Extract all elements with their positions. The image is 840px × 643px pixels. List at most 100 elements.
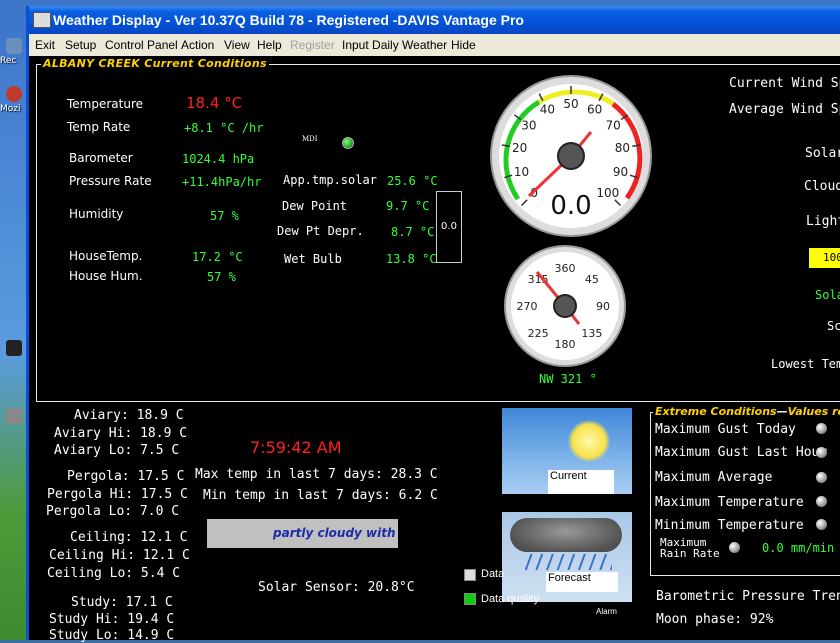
menu-input-daily-weather[interactable]: Input Daily Weather xyxy=(342,34,447,56)
desktop-icon-k80[interactable] xyxy=(0,408,26,426)
temperature-value: 18.4 °C xyxy=(186,94,243,112)
alarm-label: Alarm xyxy=(596,607,617,616)
temperature-label: Temperature xyxy=(67,97,144,111)
direction-tick-label: 270 xyxy=(517,300,538,313)
sc-label: Sc xyxy=(827,319,840,333)
extreme-row-max-temp[interactable]: Maximum Temperature xyxy=(655,495,804,510)
min-temp-led[interactable] xyxy=(816,519,827,530)
wind-direction-label: NW 321 ° xyxy=(539,372,597,386)
menu-hide[interactable]: Hide xyxy=(451,34,476,56)
speed-tick-label: 60 xyxy=(587,103,602,117)
menu-exit[interactable]: Exit xyxy=(35,34,55,56)
data-checkbox[interactable] xyxy=(464,569,476,581)
max-average-led[interactable] xyxy=(816,472,827,483)
light-label: Light xyxy=(806,214,840,229)
max-rain-rate-value: 0.0 mm/min (0. xyxy=(762,541,840,555)
pressure-rate-label: Pressure Rate xyxy=(69,174,152,188)
sun-icon xyxy=(568,420,610,462)
temp-rate-value: +8.1 °C /hr xyxy=(184,121,264,135)
temp-rate-label: Temp Rate xyxy=(67,120,131,134)
aviary-hi: Aviary Hi: 18.9 C xyxy=(54,426,188,441)
mdi-label: MDI xyxy=(302,135,318,143)
menu-action[interactable]: Action xyxy=(181,34,214,56)
speed-tick-label: 80 xyxy=(615,141,630,155)
extreme-row-max-gust-last-hour[interactable]: Maximum Gust Last Hour xyxy=(655,445,827,460)
speed-tick-label: 30 xyxy=(521,118,536,132)
menu-control-panel[interactable]: Control Panel xyxy=(105,34,178,56)
solar-label: Solar xyxy=(805,146,840,161)
max-gust-today-led[interactable] xyxy=(816,423,827,434)
cloud-label: Cloud xyxy=(804,179,840,194)
study-lo: Study Lo: 14.9 C xyxy=(49,628,175,643)
ceiling-hi: Ceiling Hi: 12.1 C xyxy=(49,548,190,563)
lowest-temp-label: Lowest Tem xyxy=(771,357,840,371)
dew-point-label: Dew Point xyxy=(282,199,348,213)
extreme-row-max-average[interactable]: Maximum Average xyxy=(655,470,772,485)
desktop-icon-label: Mozi xyxy=(0,104,21,114)
extreme-conditions-title: Extreme Conditions—Values re xyxy=(653,405,840,418)
yellow-value-box: 100 xyxy=(809,248,840,268)
menu-help[interactable]: Help xyxy=(257,34,282,56)
min-temp-7days: Min temp in last 7 days: 6.2 C xyxy=(203,488,438,503)
max-gust-hour-led[interactable] xyxy=(816,447,827,458)
max-temp-7days: Max temp in last 7 days: 28.3 C xyxy=(195,467,438,482)
desktop-icon-mozilla[interactable]: Mozi xyxy=(0,86,26,114)
speed-tick-label: 100 xyxy=(596,186,619,200)
data-checkbox-label: Data xyxy=(481,568,505,580)
direction-tick-label: 360 xyxy=(555,262,576,275)
solar-green-label: Solar xyxy=(815,288,840,302)
average-wind-speed-label: Average Wind Spe xyxy=(729,102,840,117)
speed-tick-label: 90 xyxy=(613,165,628,179)
moon-phase: Moon phase: 92% xyxy=(656,612,774,627)
pergola-temp: Pergola: 17.5 C xyxy=(67,469,185,484)
extreme-title-values: Values re xyxy=(787,405,840,418)
menu-view[interactable]: View xyxy=(224,34,250,56)
desktop-icon-heavens[interactable] xyxy=(0,340,26,358)
humidity-label: Humidity xyxy=(69,207,124,221)
data-quality-label: Data quality xyxy=(481,593,540,605)
direction-tick-label: 225 xyxy=(528,327,549,340)
current-sky-image[interactable]: Current xyxy=(502,408,632,494)
window-title: Weather Display - Ver 10.37Q Build 78 - … xyxy=(53,12,524,28)
wind-speed-reading: 0.0 xyxy=(550,191,591,221)
app-tmp-solar-value: 25.6 °C xyxy=(387,174,438,188)
menu-setup[interactable]: Setup xyxy=(65,34,96,56)
speed-tick-label: 50 xyxy=(563,97,578,111)
desktop-icon-label: Rec xyxy=(0,56,17,66)
title-bar[interactable]: Weather Display - Ver 10.37Q Build 78 - … xyxy=(29,6,840,34)
dew-point-value: 9.7 °C xyxy=(386,199,430,213)
clock: 7:59:42 AM xyxy=(250,438,342,457)
mdi-indicator-light[interactable] xyxy=(342,137,354,149)
recycle-bin-icon xyxy=(6,38,22,54)
forecast-image-label: Forecast xyxy=(546,572,618,592)
barometer-value: 1024.4 hPa xyxy=(182,152,255,166)
housetemp-value: 17.2 °C xyxy=(192,250,243,264)
humidity-value: 57 % xyxy=(210,209,239,223)
extreme-row-min-temp[interactable]: Minimum Temperature xyxy=(655,518,804,533)
max-rain-rate-label: Maximum Rain Rate xyxy=(660,536,720,560)
study-hi: Study Hi: 19.4 C xyxy=(49,612,175,627)
dew-depr-label: Dew Pt Depr. xyxy=(277,224,364,238)
extreme-row-max-gust-today[interactable]: Maximum Gust Today xyxy=(655,422,796,437)
mozilla-icon xyxy=(6,86,22,102)
app-icon xyxy=(33,12,51,28)
househum-value: 57 % xyxy=(207,270,236,284)
forecast-image[interactable]: Forecast xyxy=(502,512,632,602)
current-image-label: Current xyxy=(548,470,614,494)
current-wind-speed-label: Current Wind Spe xyxy=(729,76,840,91)
data-quality-checkbox[interactable] xyxy=(464,593,476,605)
aviary-temp: Aviary: 18.9 C xyxy=(74,408,184,423)
weather-display-window: Weather Display - Ver 10.37Q Build 78 - … xyxy=(26,6,840,643)
pressure-rate-value: +11.4hPa/hr xyxy=(182,175,262,189)
app-icon xyxy=(6,340,22,356)
pergola-hi: Pergola Hi: 17.5 C xyxy=(47,487,188,502)
max-temp-led[interactable] xyxy=(816,496,827,507)
menu-bar: Exit Setup Control Panel Action View Hel… xyxy=(29,34,840,56)
forecast-text: partly cloudy with li xyxy=(273,526,398,540)
desktop-icon-recycle[interactable]: Rec xyxy=(0,38,26,66)
wet-bulb-label: Wet Bulb xyxy=(284,252,342,266)
speed-tick-label: 40 xyxy=(540,103,555,117)
dew-depr-value: 8.7 °C xyxy=(391,225,435,239)
dew-depr-bar: 0.0 xyxy=(436,191,462,263)
max-rain-rate-led[interactable] xyxy=(729,542,740,553)
